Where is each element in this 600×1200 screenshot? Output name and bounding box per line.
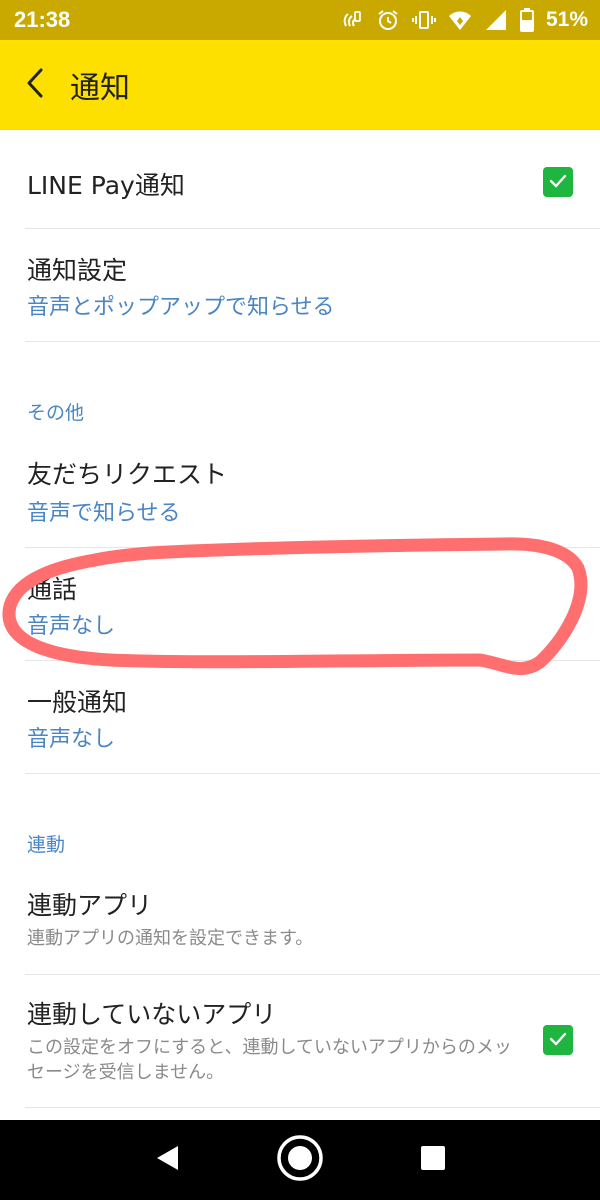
nav-back-button[interactable] bbox=[137, 1130, 197, 1190]
setting-title: 連動アプリ bbox=[27, 891, 153, 920]
back-button[interactable] bbox=[0, 40, 70, 130]
wifi-icon bbox=[448, 9, 472, 31]
recents-square-icon bbox=[420, 1145, 446, 1175]
setting-title: 一般通知 bbox=[27, 688, 128, 717]
divider bbox=[25, 773, 600, 774]
setting-value: 音声なし bbox=[27, 614, 116, 639]
setting-call[interactable]: 通話 音声なし bbox=[0, 548, 600, 660]
setting-linked-apps[interactable]: 連動アプリ 連動アプリの通知を設定できます。 bbox=[0, 870, 600, 974]
system-nav-bar bbox=[0, 1120, 600, 1200]
battery-icon bbox=[519, 8, 534, 32]
setting-description: 連動アプリの通知を設定できます。 bbox=[27, 928, 314, 949]
status-icons: 51% bbox=[340, 8, 588, 32]
divider bbox=[25, 1107, 600, 1108]
back-triangle-icon bbox=[154, 1144, 180, 1176]
check-icon bbox=[549, 173, 567, 192]
setting-title: LINE Pay通知 bbox=[27, 171, 185, 200]
nav-recents-button[interactable] bbox=[403, 1130, 463, 1190]
setting-notification[interactable]: 通知設定 音声とポップアップで知らせる bbox=[0, 229, 600, 341]
setting-description: この設定をオフにすると、連動していないアプリからのメッセージを受信しません。 bbox=[27, 1037, 512, 1083]
setting-line-pay[interactable]: LINE Pay通知 bbox=[0, 130, 600, 228]
vibrate-icon bbox=[411, 8, 436, 32]
check-icon bbox=[549, 1031, 567, 1050]
setting-title: 友だちリクエスト bbox=[27, 460, 228, 489]
section-header-linked: 連動 bbox=[27, 834, 66, 856]
setting-title: 通話 bbox=[27, 575, 78, 604]
status-time: 21:38 bbox=[14, 7, 71, 32]
app-bar: 通知 bbox=[0, 40, 600, 130]
setting-general[interactable]: 一般通知 音声なし bbox=[0, 661, 600, 773]
setting-title: 連動していないアプリ bbox=[27, 1000, 277, 1029]
alarm-icon bbox=[376, 8, 400, 32]
divider bbox=[25, 341, 600, 342]
setting-value: 音声とポップアップで知らせる bbox=[27, 295, 335, 320]
setting-value: 音声なし bbox=[27, 727, 116, 752]
setting-value: 音声で知らせる bbox=[27, 501, 181, 526]
unlinked-apps-checkbox[interactable] bbox=[543, 1025, 573, 1055]
line-pay-checkbox[interactable] bbox=[543, 167, 573, 197]
battery-percentage: 51% bbox=[545, 8, 588, 31]
page-title: 通知 bbox=[70, 71, 130, 106]
chevron-left-icon bbox=[25, 67, 45, 103]
setting-friend-request[interactable]: 友だちリクエスト 音声で知らせる bbox=[0, 435, 600, 547]
status-bar: 21:38 51% bbox=[0, 0, 600, 40]
nfc-icon bbox=[340, 8, 364, 32]
setting-title: 通知設定 bbox=[27, 256, 128, 285]
setting-unlinked-apps[interactable]: 連動していないアプリ この設定をオフにすると、連動していないアプリからのメッセー… bbox=[0, 975, 600, 1107]
section-header-other: その他 bbox=[27, 402, 85, 424]
nav-home-button[interactable] bbox=[270, 1130, 330, 1190]
signal-icon bbox=[484, 8, 508, 32]
settings-list: LINE Pay通知 通知設定 音声とポップアップで知らせる その他 友だちリク… bbox=[0, 130, 600, 1120]
home-circle-icon bbox=[276, 1134, 324, 1186]
